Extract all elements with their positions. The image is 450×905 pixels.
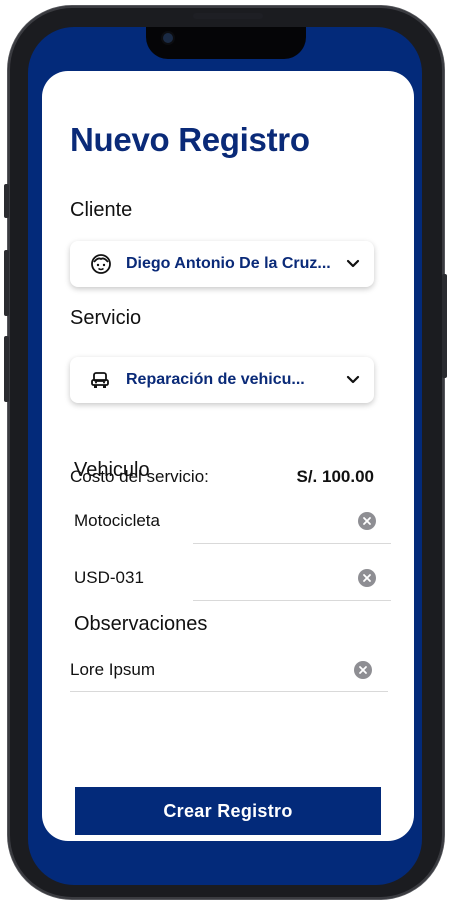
clear-icon[interactable]: [354, 661, 372, 679]
vehiculo-tipo-underline: [193, 543, 391, 544]
mute-switch: [4, 184, 9, 218]
observaciones-field[interactable]: Lore Ipsum: [70, 660, 155, 680]
volume-up-button: [4, 250, 9, 316]
notch: [146, 27, 306, 59]
costo-value: S/. 100.00: [296, 467, 374, 486]
observaciones-underline: [70, 691, 388, 692]
face-icon: [90, 253, 116, 275]
observaciones-label: Observaciones: [74, 613, 208, 635]
clear-icon[interactable]: [358, 569, 376, 587]
cliente-dropdown[interactable]: Diego Antonio De la Cruz...: [70, 241, 374, 287]
vehiculo-tipo-field[interactable]: Motocicleta: [74, 511, 160, 531]
chevron-down-icon: [344, 255, 362, 273]
speaker-grille: [193, 13, 263, 19]
servicio-label: Servicio: [70, 307, 142, 329]
power-button: [442, 274, 447, 378]
vehiculo-placa-field[interactable]: USD-031: [74, 568, 144, 588]
servicio-selected-value: Reparación de vehicu...: [126, 371, 305, 388]
vehiculo-placa-underline: [193, 600, 391, 601]
front-camera: [163, 33, 173, 43]
crear-registro-button[interactable]: Crear Registro: [75, 787, 381, 835]
chevron-down-icon: [344, 371, 362, 389]
page-title: Nuevo Registro: [70, 121, 310, 158]
vehiculo-label: Vehiculo: [74, 459, 150, 481]
form-card: Nuevo Registro Cliente Diego Antonio De …: [42, 71, 414, 841]
cliente-selected-value: Diego Antonio De la Cruz...: [126, 255, 331, 272]
car-service-icon: [90, 369, 116, 391]
cliente-label: Cliente: [70, 199, 133, 221]
phone-screen: Nuevo Registro Cliente Diego Antonio De …: [28, 27, 422, 885]
servicio-dropdown[interactable]: Reparación de vehicu...: [70, 357, 374, 403]
clear-icon[interactable]: [358, 512, 376, 530]
volume-down-button: [4, 336, 9, 402]
